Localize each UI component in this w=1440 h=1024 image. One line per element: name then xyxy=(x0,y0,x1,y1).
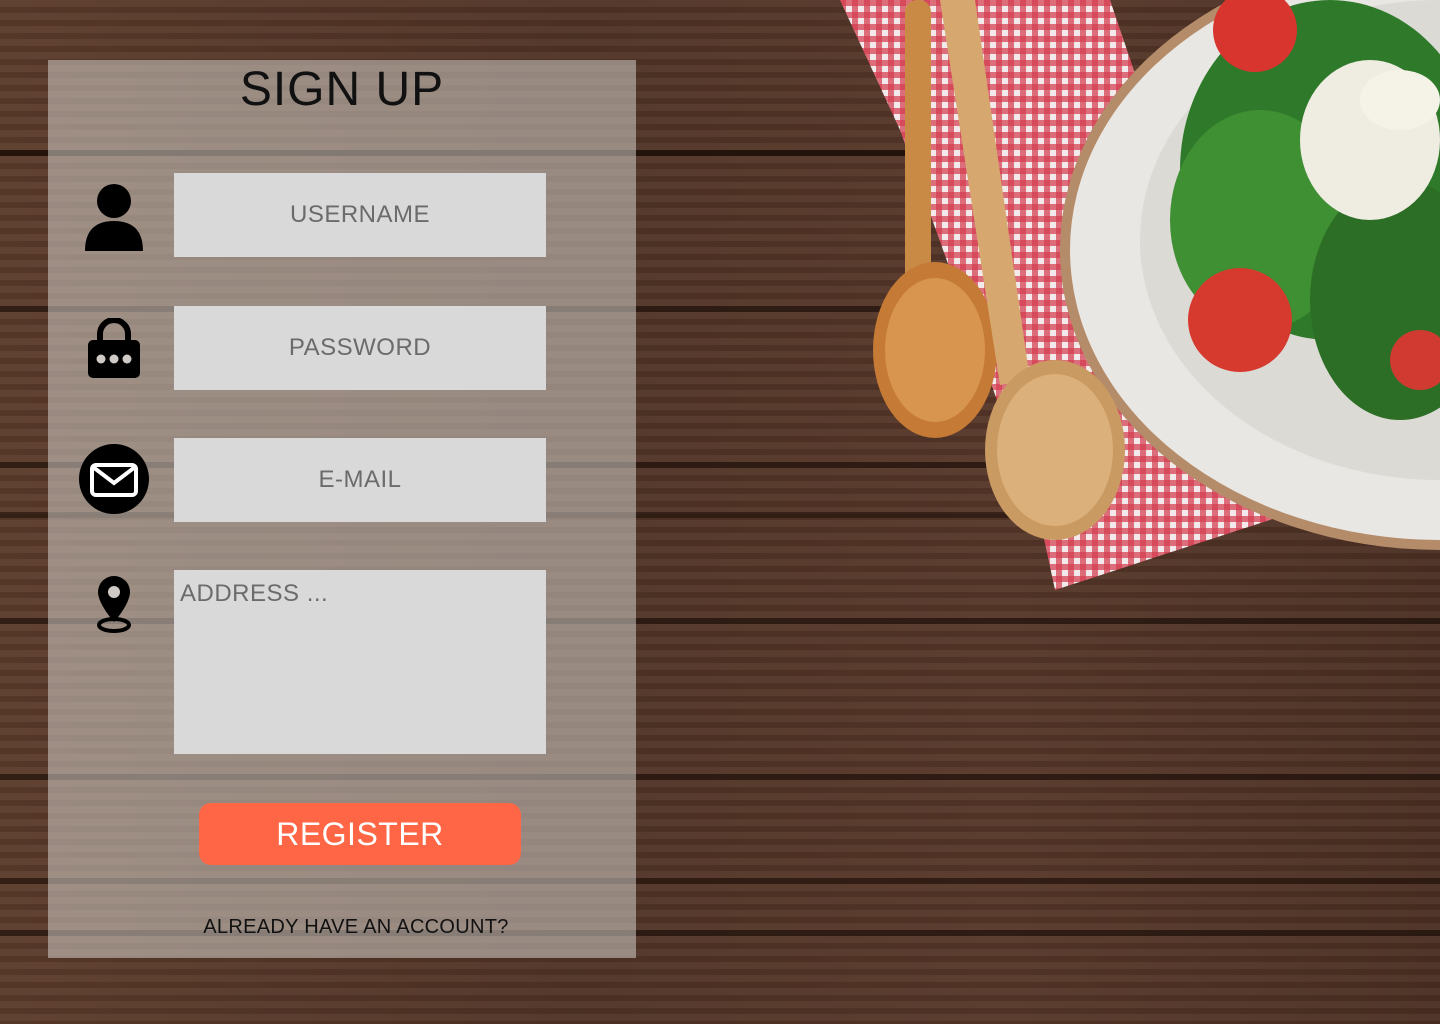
password-field[interactable] xyxy=(174,306,546,390)
user-icon xyxy=(78,183,150,251)
page-title: SIGN UP xyxy=(239,63,445,116)
address-field[interactable] xyxy=(174,570,546,754)
envelope-icon xyxy=(78,443,150,515)
location-pin-icon xyxy=(78,574,150,634)
username-field[interactable] xyxy=(174,173,546,257)
register-button[interactable]: REGISTER xyxy=(199,803,521,865)
login-link[interactable]: ALREADY HAVE AN ACCOUNT? xyxy=(0,916,712,939)
email-field[interactable] xyxy=(174,438,546,522)
lock-icon xyxy=(78,318,150,378)
